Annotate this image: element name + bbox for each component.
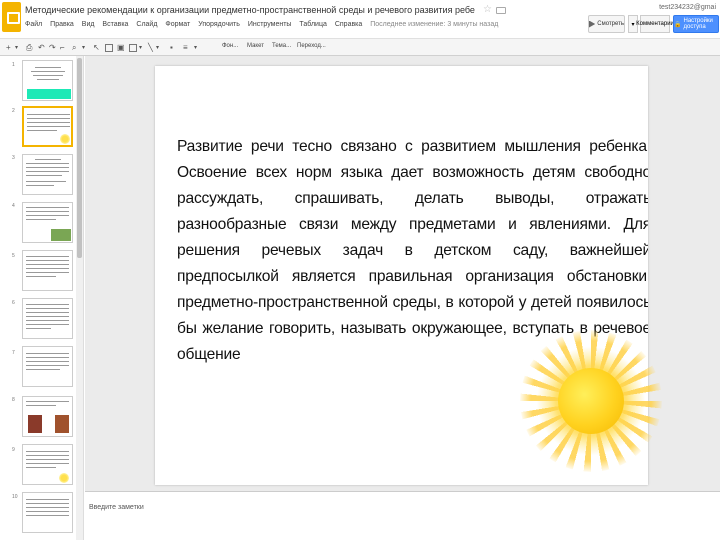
user-email[interactable]: test234232@gmai xyxy=(659,4,716,11)
slide-thumbnail-6[interactable] xyxy=(22,298,73,339)
slide-number: 3 xyxy=(12,155,15,161)
slide-number: 4 xyxy=(12,203,15,209)
paint-format-icon[interactable]: ⌐ xyxy=(60,43,65,53)
slide-number: 9 xyxy=(12,447,15,453)
slide-filmstrip: 1 2 3 4 5 6 7 8 9 10 xyxy=(0,56,84,540)
sun-image[interactable] xyxy=(520,330,662,472)
slide-thumbnail-5[interactable] xyxy=(22,250,73,291)
layout-button[interactable]: Макет xyxy=(247,43,264,49)
slide-number: 2 xyxy=(12,108,15,114)
image-icon[interactable]: ▣ xyxy=(117,43,125,53)
transition-button[interactable]: Переход... xyxy=(297,43,326,49)
save-status[interactable]: Последнее изменение: 3 минуты назад xyxy=(370,21,498,28)
lock-icon: 🔒 xyxy=(674,21,682,28)
slides-logo-icon[interactable] xyxy=(2,2,21,32)
slide-thumbnail-2[interactable] xyxy=(22,106,73,147)
slides-editor: Методические рекомендации к организации … xyxy=(0,0,720,540)
menu-edit[interactable]: Правка xyxy=(50,21,74,28)
menu-file[interactable]: Файл xyxy=(25,21,42,28)
chevron-down-icon[interactable]: ▾ xyxy=(82,43,85,53)
chevron-down-icon[interactable]: ▾ xyxy=(139,43,142,53)
theme-button[interactable]: Тема... xyxy=(272,43,291,49)
menu-slide[interactable]: Слайд xyxy=(136,21,157,28)
menu-help[interactable]: Справка xyxy=(335,21,362,28)
menu-arrange[interactable]: Упорядочить xyxy=(198,21,240,28)
menu-table[interactable]: Таблица xyxy=(299,21,326,28)
notes-placeholder: Введите заметки xyxy=(89,504,144,511)
slide-thumbnail-9[interactable] xyxy=(22,444,73,485)
speaker-notes[interactable]: Введите заметки xyxy=(85,491,720,540)
toolbar: + ▾ ⎙ ↶ ↷ ⌐ ⌕ ▾ ↖ ▣ ▾ ╲ ▾ ▪ ≡ ▾ Фон... М… xyxy=(0,38,720,56)
slide-thumbnail-7[interactable] xyxy=(22,346,73,387)
slide-thumbnail-4[interactable] xyxy=(22,202,73,243)
background-button[interactable]: Фон... xyxy=(222,43,238,49)
menu-format[interactable]: Формат xyxy=(165,21,190,28)
star-icon[interactable]: ☆ xyxy=(483,4,492,15)
slide-thumbnail-1[interactable] xyxy=(22,60,73,101)
slide-number: 5 xyxy=(12,253,15,259)
title-bar: Методические рекомендации к организации … xyxy=(0,0,720,38)
slide-number: 6 xyxy=(12,300,15,306)
menu-view[interactable]: Вид xyxy=(82,21,95,28)
document-title[interactable]: Методические рекомендации к организации … xyxy=(25,5,475,15)
align-icon[interactable]: ≡ xyxy=(183,43,188,53)
slide-number: 8 xyxy=(12,397,15,403)
present-label: Смотреть xyxy=(597,21,624,27)
line-icon[interactable]: ╲ xyxy=(148,43,153,53)
filmstrip-scroll-thumb[interactable] xyxy=(77,58,82,258)
print-icon[interactable]: ⎙ xyxy=(26,43,32,53)
present-button[interactable]: Смотреть xyxy=(588,15,625,33)
chevron-down-icon[interactable]: ▾ xyxy=(194,43,197,53)
menu-bar: Файл Правка Вид Вставка Слайд Формат Упо… xyxy=(25,21,504,28)
zoom-icon[interactable]: ⌕ xyxy=(72,43,76,53)
slide-number: 1 xyxy=(12,62,15,68)
select-cursor-icon[interactable]: ↖ xyxy=(93,43,100,53)
comments-button[interactable]: Комментарии xyxy=(636,15,674,33)
slide-thumbnail-3[interactable] xyxy=(22,154,73,195)
text-box-icon[interactable] xyxy=(105,44,113,52)
slide-thumbnail-8[interactable] xyxy=(22,396,73,437)
menu-tools[interactable]: Инструменты xyxy=(248,21,292,28)
redo-icon[interactable]: ↷ xyxy=(49,43,56,53)
add-slide-icon[interactable]: + xyxy=(6,43,11,53)
chevron-down-icon: ▾ xyxy=(631,21,635,28)
chevron-down-icon[interactable]: ▾ xyxy=(156,43,159,53)
folder-icon[interactable] xyxy=(496,7,506,14)
menu-insert[interactable]: Вставка xyxy=(102,21,128,28)
share-button[interactable]: 🔒 Настройки доступа xyxy=(673,15,719,33)
slide-thumbnail-10[interactable] xyxy=(22,492,73,533)
share-label: Настройки доступа xyxy=(683,18,713,30)
slide-number: 10 xyxy=(12,494,18,500)
comment-icon[interactable]: ▪ xyxy=(170,43,173,53)
play-icon xyxy=(589,20,596,28)
shape-icon[interactable] xyxy=(129,44,137,52)
comments-label: Комментарии xyxy=(636,21,674,27)
slide-number: 7 xyxy=(12,350,15,356)
undo-icon[interactable]: ↶ xyxy=(38,43,45,53)
sun-core xyxy=(558,368,624,434)
chevron-down-icon[interactable]: ▾ xyxy=(15,43,18,53)
